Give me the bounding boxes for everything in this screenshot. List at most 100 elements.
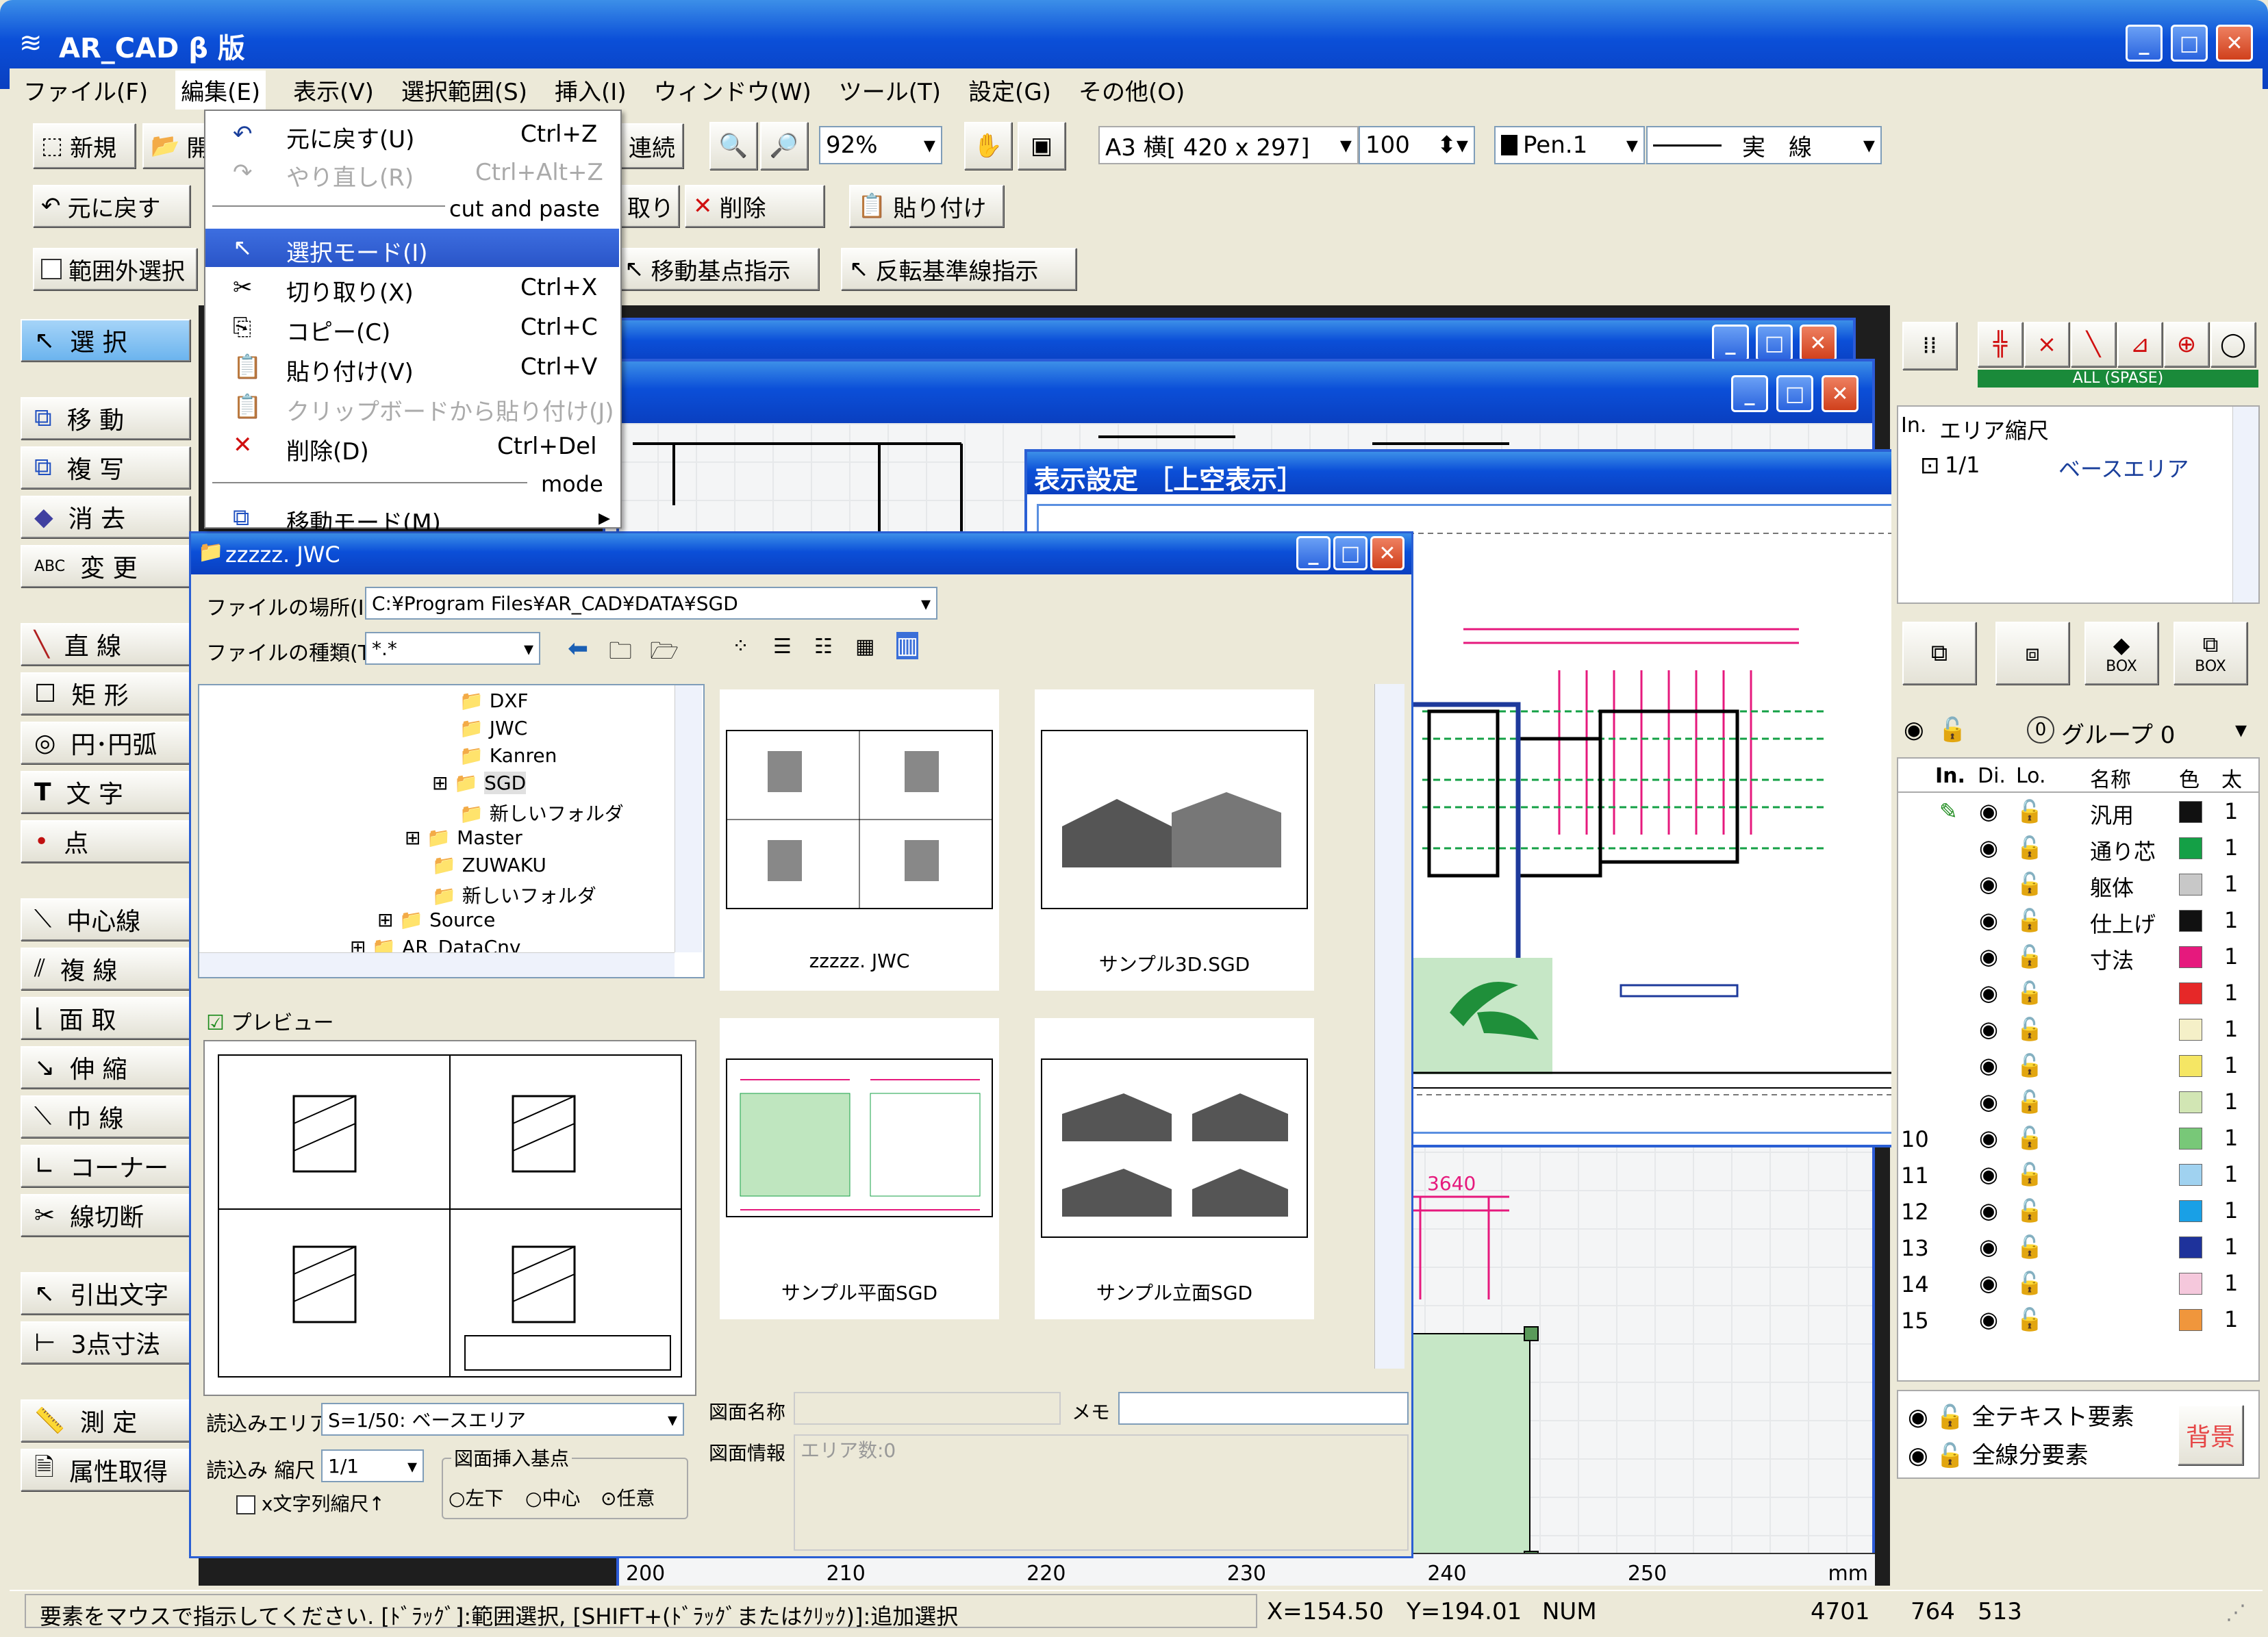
layer-row[interactable]: ◉ 🔓 仕上げ 1 [1898,903,2258,939]
menu-other[interactable]: その他(O) [1079,73,1185,107]
layer-color-swatch[interactable] [2179,1055,2202,1077]
layer-row[interactable]: ◉ 🔓 1 [1898,976,2258,1012]
memo-field[interactable] [1118,1392,1409,1425]
tool-circle[interactable]: ◎ 円･円弧 [21,722,190,764]
tool-chamfer[interactable]: ⌊ 面 取 [21,997,190,1039]
layer-row[interactable]: ◉ 🔓 1 [1898,1012,2258,1048]
menu-item-copy[interactable]: ⎘ コピー(C) Ctrl+C [205,308,619,346]
lock-icon[interactable]: 🔓 [2016,1234,2043,1260]
snap-cross-button[interactable]: ⨯ [2024,322,2069,367]
file-thumbnail[interactable]: サンプル3D.SGD [1035,689,1314,991]
menu-select-range[interactable]: 選択範囲(S) [401,73,527,107]
all-text-toggle[interactable]: ◉ 🔓 全テキスト要素 [1908,1398,2134,1432]
radio-any[interactable]: ⊙任意 [601,1484,655,1511]
tree-item[interactable]: ⊞ 📁 Master [405,826,522,849]
location-select[interactable]: C:¥Program Files¥AR_CAD¥DATA¥SGD ▾ [365,587,937,620]
lock-icon[interactable]: 🔓 [2016,1089,2043,1115]
layer-row[interactable]: ◉ 🔓 1 [1898,1048,2258,1084]
menu-window[interactable]: ウィンドウ(W) [654,73,811,107]
all-lines-toggle[interactable]: ◉ 🔓 全線分要素 [1908,1436,2089,1470]
eye-icon[interactable]: ◉ [1979,1234,1998,1260]
undo-button[interactable]: ↶ 元に戻す [33,185,190,227]
eye-icon[interactable]: ◉ [1979,1016,1998,1042]
lock-icon[interactable]: 🔓 [2016,1197,2043,1223]
grid-view-icon[interactable]: ▦ [855,635,874,659]
file-type-select[interactable]: *.* ▾ [365,632,540,665]
lock-icon[interactable]: 🔓 [2016,1125,2043,1151]
snap-tangent-button[interactable]: ◯ [2210,322,2256,367]
menu-tools[interactable]: ツール(T) [839,73,941,107]
tool-get-attribute[interactable]: 🗎 属性取得 [21,1449,190,1491]
scale-spinner[interactable]: 100 ⬍▾ [1359,126,1475,164]
lock-icon[interactable]: 🔓 [2016,835,2043,861]
tool-change[interactable]: ABC 変 更 [21,545,190,587]
minimize-button[interactable]: _ [2126,25,2163,62]
tool-cut-line[interactable]: ✂ 線切断 [21,1194,190,1236]
layer-row[interactable]: ◉ 🔓 通り芯 1 [1898,830,2258,867]
box-button-1[interactable]: ⧉ [1902,622,1976,685]
layer-color-swatch[interactable] [2179,910,2202,932]
area-scrollbar[interactable] [2232,407,2258,602]
eye-icon[interactable]: ◉ [1979,1197,1998,1223]
tool-text[interactable]: T文 字 [21,771,190,813]
read-area-select[interactable]: S=1/50: ベースエリア ▾ [321,1403,684,1436]
layer-row[interactable]: 12 ◉ 🔓 1 [1898,1193,2258,1230]
snap-intersection-button[interactable]: ╬ [1978,322,2023,367]
menu-item-redo[interactable]: ↷ やり直し(R) Ctrl+Alt+Z [205,153,619,192]
layer-color-swatch[interactable] [2179,1128,2202,1150]
box-button-2[interactable]: ⧈ [1995,622,2069,685]
layer-color-swatch[interactable] [2179,1309,2202,1331]
tool-select[interactable]: ↖ 選 択 [21,319,190,361]
eye-icon[interactable]: ◉ [1979,1089,1998,1115]
layer-color-swatch[interactable] [2179,982,2202,1004]
tree-horizontal-scrollbar[interactable] [199,952,675,977]
layer-color-swatch[interactable] [2179,1019,2202,1041]
close-button[interactable]: ✕ [1822,375,1859,412]
lock-icon[interactable]: 🔓 [2016,1052,2043,1078]
snap-endpoint-button[interactable]: ╲ [2071,322,2116,367]
tool-point[interactable]: • 点 [21,820,190,863]
close-button[interactable]: ✕ [1370,536,1404,570]
cut-button[interactable]: 取り [619,185,679,227]
menu-file[interactable]: ファイル(F) [23,73,148,107]
tool-width-line[interactable]: ⟍ 巾 線 [21,1095,190,1138]
layer-row[interactable]: 14 ◉ 🔓 1 [1898,1266,2258,1302]
tree-item[interactable]: 📁 ZUWAKU [432,854,546,876]
lock-icon[interactable]: 🔓 [2016,798,2043,824]
menu-item-select-mode[interactable]: ↖ 選択モード(I) [205,229,619,267]
eye-icon[interactable]: ◉ [1979,1125,1998,1151]
background-button[interactable]: 背景 [2178,1405,2243,1465]
radio-lower-left[interactable]: ○左下 [449,1484,503,1511]
layer-color-swatch[interactable] [2179,946,2202,968]
preview-checkbox[interactable]: ☑ プレビュー [206,1006,333,1036]
tree-item[interactable]: 📁 Kanren [459,744,557,767]
tool-corner[interactable]: ∟ コーナー [21,1145,190,1187]
tree-item[interactable]: 📁 新しいフォルダ [459,799,624,826]
text-scale-checkbox[interactable]: x文字列縮尺↑ [236,1489,385,1517]
tree-item[interactable]: 📁 JWC [459,717,527,739]
eye-icon[interactable]: ◉ [1979,1161,1998,1187]
minimize-button[interactable]: _ [1731,375,1768,412]
maximize-button[interactable]: □ [1333,536,1368,570]
layer-color-swatch[interactable] [2179,837,2202,859]
layer-row[interactable]: ✎ ◉ 🔓 汎用 1 [1898,794,2258,830]
paste-button[interactable]: 📋 貼り付け [849,185,1004,227]
menu-insert[interactable]: 挿入(I) [555,73,627,107]
eye-icon[interactable]: ◉ [1979,798,1998,824]
fit-view-button[interactable]: ▣ [1018,122,1066,170]
eye-icon[interactable]: ◉ [1979,1052,1998,1078]
layer-row[interactable]: 15 ◉ 🔓 1 [1898,1302,2258,1338]
layer-color-swatch[interactable] [2179,1200,2202,1222]
tool-3pt-dimension[interactable]: ⊢ 3点寸法 [21,1321,190,1364]
move-base-button[interactable]: ↖ 移動基点指示 [616,248,819,290]
eye-icon[interactable]: ◉ [1979,907,1998,933]
zoom-out-button[interactable]: 🔎 [760,122,808,170]
details-view-icon[interactable]: ☷ [814,635,833,659]
layer-row[interactable]: ◉ 🔓 1 [1898,1084,2258,1121]
layer-row[interactable]: ◉ 🔓 躯体 1 [1898,867,2258,903]
menu-item-paste[interactable]: 📋 貼り付け(V) Ctrl+V [205,348,619,386]
eye-icon[interactable]: ◉ [1979,835,1998,861]
layer-row[interactable]: 13 ◉ 🔓 1 [1898,1230,2258,1266]
lock-icon[interactable]: 🔓 [2016,980,2043,1006]
snap-grid-button[interactable]: ⁞⁞ [1902,322,1957,370]
